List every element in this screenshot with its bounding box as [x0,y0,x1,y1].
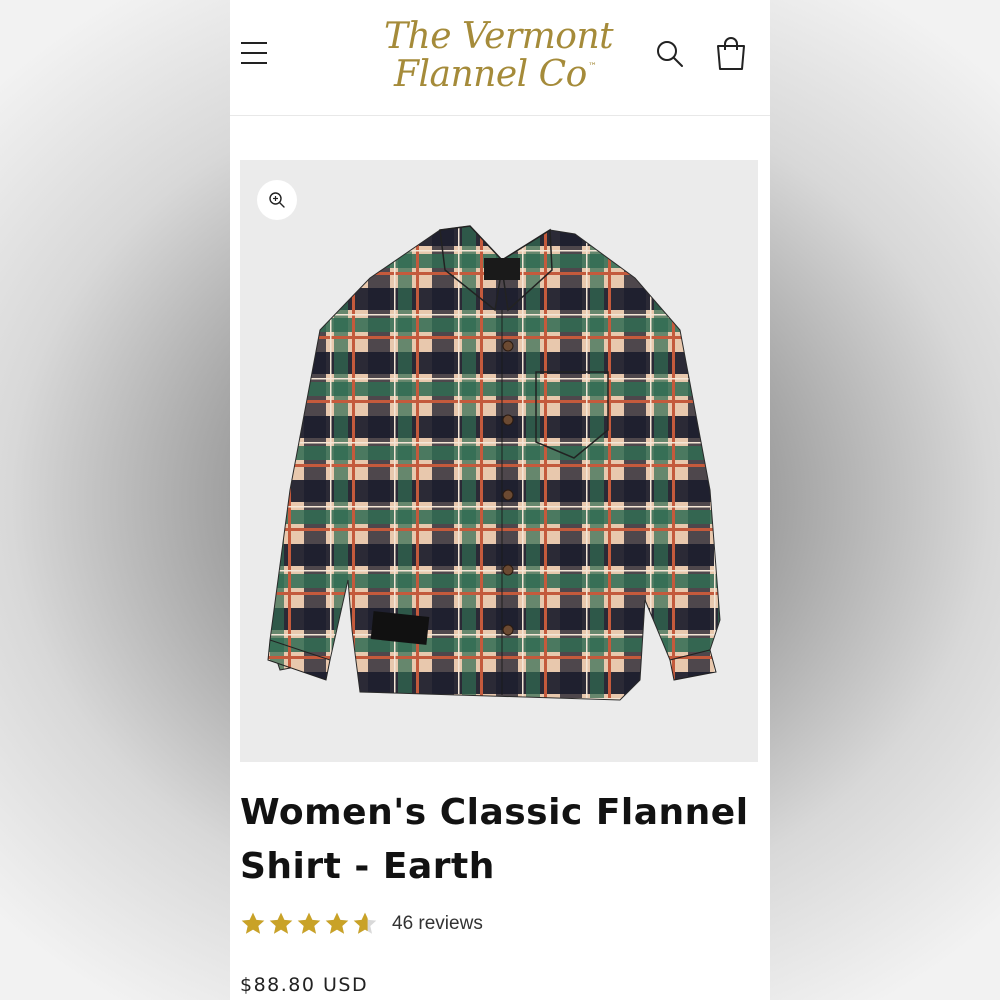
product-image-gallery[interactable] [240,160,758,762]
product-rating: 46 reviews [240,906,483,942]
star-icon [269,912,293,934]
star-icon [241,912,265,934]
brand-trademark: ™ [588,62,597,72]
hem-label [370,611,430,645]
star-icon [325,912,349,934]
product-page: The Vermont Flannel Co ™ Women's Classic… [230,0,770,1000]
product-image [267,225,721,701]
search-icon [657,41,683,67]
reviews-link[interactable]: 46 reviews [392,913,483,935]
zoom-button[interactable] [257,180,297,220]
star-rating [240,911,378,937]
hamburger-menu-icon [241,42,267,44]
cart-button[interactable] [714,36,748,72]
menu-button[interactable] [240,38,270,68]
hamburger-menu-icon-line [241,62,267,64]
site-header: The Vermont Flannel Co ™ [230,0,770,116]
neck-label [484,258,520,280]
star-icon [353,912,377,934]
brand-logo-line1: The Vermont [384,16,614,57]
product-price: $88.80 USD [240,974,369,996]
hamburger-menu-icon-line [241,52,267,54]
search-button[interactable] [654,38,686,70]
star-icon [297,912,321,934]
brand-logo[interactable]: The Vermont Flannel Co ™ [360,10,640,100]
zoom-in-icon [269,192,285,208]
product-title: Women's Classic Flannel Shirt - Earth [240,792,749,887]
brand-logo-line2: Flannel Co [394,54,587,95]
shopping-bag-icon [717,37,745,70]
